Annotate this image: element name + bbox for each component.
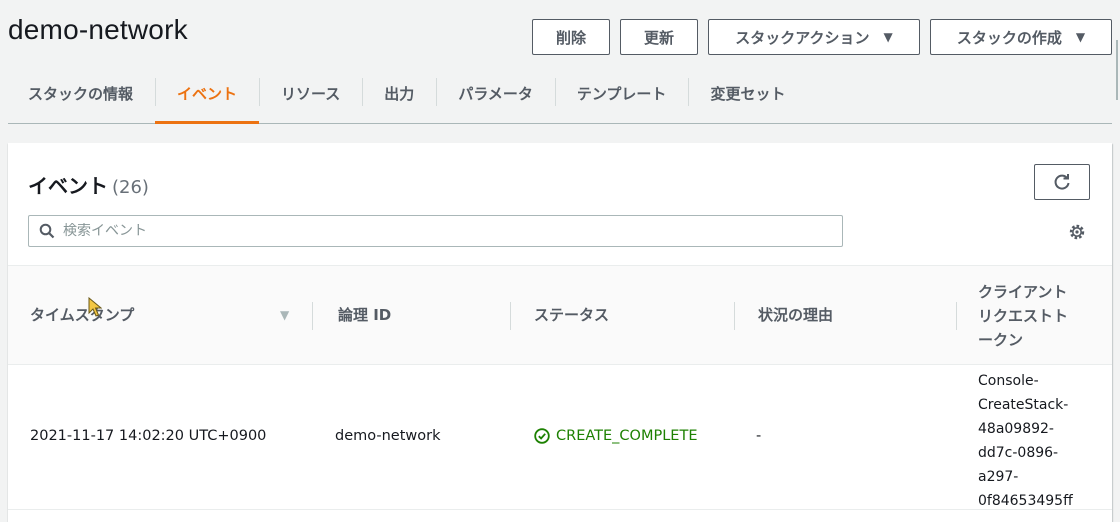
page-title: demo-network — [8, 14, 188, 45]
events-table-header: タイムスタンプ ▼ 論理 ID ステータス 状況の理由 クライアント リクエスト… — [8, 265, 1112, 365]
column-status-reason[interactable]: 状況の理由 — [758, 304, 833, 325]
search-input[interactable] — [63, 223, 842, 239]
column-logical-id[interactable]: 論理 ID — [338, 304, 391, 325]
delete-button[interactable]: 削除 — [532, 19, 610, 55]
column-timestamp[interactable]: タイムスタンプ — [30, 304, 134, 325]
refresh-button[interactable] — [1034, 164, 1090, 200]
stack-actions-label: スタックアクション — [735, 28, 870, 47]
event-logical-id: demo-network — [335, 428, 441, 444]
event-timestamp: 2021-11-17 14:02:20 UTC+0900 — [30, 428, 267, 444]
tab-template[interactable]: テンプレート — [554, 64, 689, 123]
search-icon — [39, 223, 55, 239]
tab-change-sets[interactable]: 変更セット — [688, 64, 807, 123]
column-status[interactable]: ステータス — [534, 304, 609, 325]
tab-events[interactable]: イベント — [155, 64, 260, 124]
token-line: a297- — [978, 469, 1019, 485]
page-scrollbar[interactable] — [1116, 40, 1118, 100]
sort-descending-icon[interactable]: ▼ — [280, 308, 289, 322]
column-divider — [734, 302, 735, 330]
column-client-token-line: ークン — [978, 331, 1024, 349]
events-count: (26) — [112, 177, 149, 198]
stack-actions-dropdown[interactable]: スタックアクション ▼ — [708, 19, 920, 55]
event-status-reason: - — [756, 428, 762, 444]
status-badge: CREATE_COMPLETE — [534, 428, 697, 444]
update-button[interactable]: 更新 — [620, 19, 698, 55]
token-line: 48a09892- — [978, 421, 1054, 437]
column-client-request-token[interactable]: クライアント リクエストト ークン — [978, 280, 1068, 352]
column-divider — [956, 302, 957, 330]
events-panel: イベント(26) タイムスタンプ ▼ 論理 ID ステータス 状況の理由 — [8, 143, 1112, 522]
tab-stack-info[interactable]: スタックの情報 — [8, 64, 155, 123]
events-title: イベント — [28, 174, 108, 198]
token-line: Console- — [978, 373, 1039, 389]
tab-outputs[interactable]: 出力 — [362, 64, 436, 123]
delete-button-label: 削除 — [555, 28, 586, 47]
tab-resources[interactable]: リソース — [259, 64, 362, 123]
tab-parameters[interactable]: パラメータ — [436, 64, 555, 123]
events-heading: イベント (26) — [28, 170, 149, 199]
refresh-icon — [1054, 174, 1070, 190]
create-stack-dropdown[interactable]: スタックの作成 ▼ — [930, 19, 1112, 55]
column-client-token-line: リクエストト — [978, 307, 1069, 325]
column-client-token-line: クライアント — [978, 283, 1068, 301]
search-box[interactable] — [28, 215, 843, 247]
update-button-label: 更新 — [643, 28, 674, 47]
stack-actions-toolbar: 削除 更新 スタックアクション ▼ スタックの作成 ▼ — [532, 19, 1112, 55]
table-row: 2021-11-17 14:02:20 UTC+0900 demo-networ… — [8, 365, 1112, 510]
column-divider — [510, 302, 511, 330]
create-stack-label: スタックの作成 — [956, 28, 1062, 47]
caret-down-icon: ▼ — [1075, 30, 1086, 44]
token-line: dd7c-0896- — [978, 445, 1059, 461]
check-circle-icon — [534, 428, 550, 444]
stack-tabs: スタックの情報 イベント リソース 出力 パラメータ テンプレート 変更セット — [8, 64, 1112, 124]
status-text: CREATE_COMPLETE — [556, 428, 698, 444]
gear-icon[interactable] — [1068, 223, 1086, 245]
event-client-token: Console- CreateStack- 48a09892- dd7c-089… — [978, 369, 1073, 513]
mouse-cursor-icon — [88, 297, 102, 317]
token-line: CreateStack- — [978, 397, 1069, 413]
column-divider — [312, 302, 313, 330]
caret-down-icon: ▼ — [883, 30, 893, 44]
token-line: 0f84653495ff — [978, 493, 1073, 509]
